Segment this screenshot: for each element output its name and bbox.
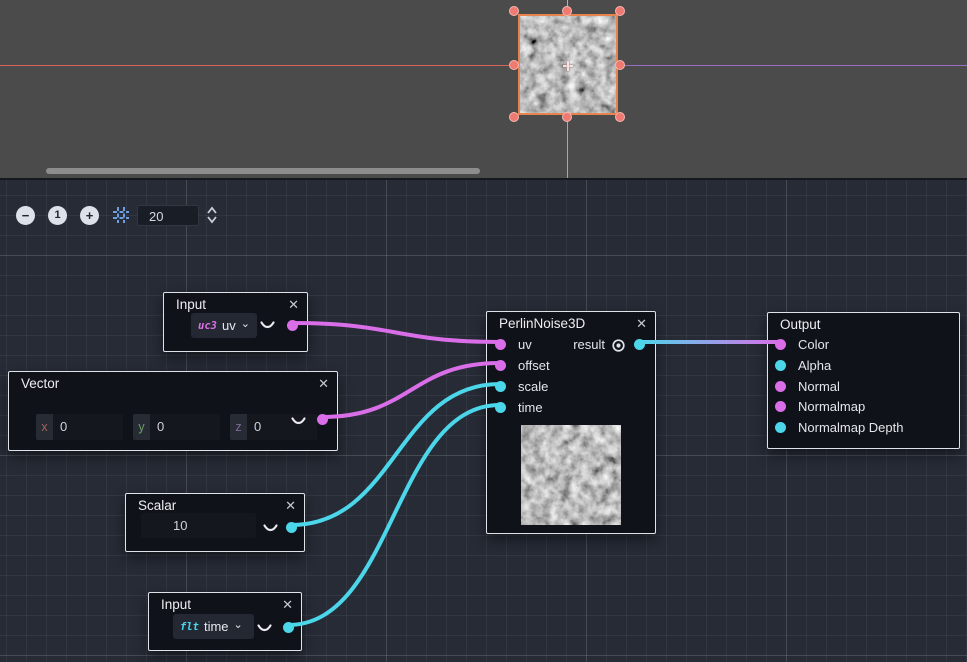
output-port-vector[interactable] (317, 414, 328, 425)
input-port-normal[interactable] (775, 381, 786, 392)
drag-handle-middle-left[interactable] (509, 60, 519, 70)
close-icon[interactable]: ✕ (285, 498, 296, 514)
input-port-offset[interactable] (495, 360, 506, 371)
preview-visibility-eye-icon[interactable] (611, 338, 626, 353)
scene-viewport[interactable] (0, 0, 967, 178)
node-title: Input (161, 597, 191, 612)
drag-handle-top-center[interactable] (562, 6, 572, 16)
vec3-type-icon: uc3 (198, 320, 217, 332)
input-port-normalmap[interactable] (775, 401, 786, 412)
vector-y-group: y 0 (133, 414, 220, 440)
port-label-color: Color (798, 337, 829, 352)
output-port-result[interactable] (634, 339, 645, 350)
input-port-scale[interactable] (495, 381, 506, 392)
input-source-dropdown[interactable]: uc3 uv ⌄ (191, 313, 257, 338)
dropdown-value: uv (222, 318, 236, 333)
zoom-reset-button[interactable]: 1 (48, 206, 67, 225)
input-port-uv[interactable] (495, 339, 506, 350)
scalar-value-input[interactable]: 10 (141, 513, 256, 538)
snap-step-input[interactable]: 20 (137, 205, 199, 226)
dropdown-value: time (204, 619, 229, 634)
node-scalar[interactable]: Scalar ✕ 10 (125, 493, 305, 552)
zoom-out-button[interactable]: − (16, 206, 35, 225)
port-label-normalmap: Normalmap (798, 399, 865, 414)
port-label-time: time (518, 400, 543, 415)
drag-handle-bottom-left[interactable] (509, 112, 519, 122)
port-label-normal: Normal (798, 379, 840, 394)
output-port-scalar[interactable] (286, 522, 297, 533)
output-port-time[interactable] (283, 622, 294, 633)
input-port-normalmap-depth[interactable] (775, 422, 786, 433)
output-port-uv[interactable] (287, 320, 298, 331)
close-icon[interactable]: ✕ (636, 316, 647, 332)
y-label: y (133, 414, 150, 440)
node-output[interactable]: Output Color Alpha Normal Normalmap Norm… (767, 312, 960, 449)
node-title: Vector (21, 376, 59, 391)
close-icon[interactable]: ✕ (288, 297, 299, 313)
input-port-alpha[interactable] (775, 360, 786, 371)
input-port-color[interactable] (775, 339, 786, 350)
vector-fields-row: x 0 y 0 z 0 (36, 414, 317, 440)
port-label-alpha: Alpha (798, 358, 831, 373)
node-title: PerlinNoise3D (499, 316, 585, 331)
snap-step-spinner[interactable] (205, 204, 219, 226)
node-title: Output (780, 317, 821, 332)
shader-editor-window: − 1 + 20 Input ✕ uc3 uv ⌄ (0, 0, 967, 662)
input-port-time[interactable] (495, 402, 506, 413)
viewport-horizontal-scrollbar[interactable] (46, 168, 480, 174)
port-label-uv: uv (518, 337, 532, 352)
node-title: Scalar (138, 498, 176, 513)
drag-handle-bottom-right[interactable] (615, 112, 625, 122)
y-value-input[interactable]: 0 (150, 414, 220, 440)
shader-graph-canvas[interactable]: − 1 + 20 Input ✕ uc3 uv ⌄ (0, 178, 967, 662)
snap-grid-icon[interactable] (113, 207, 129, 223)
close-icon[interactable]: ✕ (318, 376, 329, 392)
drag-handle-bottom-center[interactable] (562, 112, 572, 122)
graph-toolbar: − 1 + 20 (0, 202, 219, 228)
node-vector[interactable]: Vector ✕ x 0 y 0 z 0 (8, 371, 338, 451)
x-value-input[interactable]: 0 (53, 414, 123, 440)
expand-preview-icon[interactable] (259, 320, 276, 331)
axis-x-positive (567, 65, 967, 66)
port-label-normalmap-depth: Normalmap Depth (798, 420, 904, 435)
zoom-in-button[interactable]: + (80, 206, 99, 225)
expand-preview-icon[interactable] (256, 623, 273, 634)
input-source-dropdown[interactable]: flt time ⌄ (173, 614, 254, 639)
close-icon[interactable]: ✕ (282, 597, 293, 613)
vector-x-group: x 0 (36, 414, 123, 440)
port-label-offset: offset (518, 358, 550, 373)
node-title: Input (176, 297, 206, 312)
axis-x-negative (0, 65, 567, 66)
perlin-noise-preview (521, 425, 621, 525)
float-type-icon: flt (180, 621, 199, 633)
drag-handle-top-right[interactable] (615, 6, 625, 16)
drag-handle-middle-right[interactable] (615, 60, 625, 70)
port-label-scale: scale (518, 379, 548, 394)
x-label: x (36, 414, 53, 440)
node-input-uv[interactable]: Input ✕ uc3 uv ⌄ (163, 292, 308, 352)
node-input-time[interactable]: Input ✕ flt time ⌄ (148, 592, 302, 651)
drag-handle-top-left[interactable] (509, 6, 519, 16)
expand-preview-icon[interactable] (290, 416, 307, 427)
z-label: z (230, 414, 247, 440)
expand-preview-icon[interactable] (262, 523, 279, 534)
node-perlin-noise-3d[interactable]: PerlinNoise3D ✕ uv offset scale time res… (486, 311, 656, 534)
port-label-result: result (565, 337, 605, 352)
sprite-pivot-marker (563, 61, 573, 71)
